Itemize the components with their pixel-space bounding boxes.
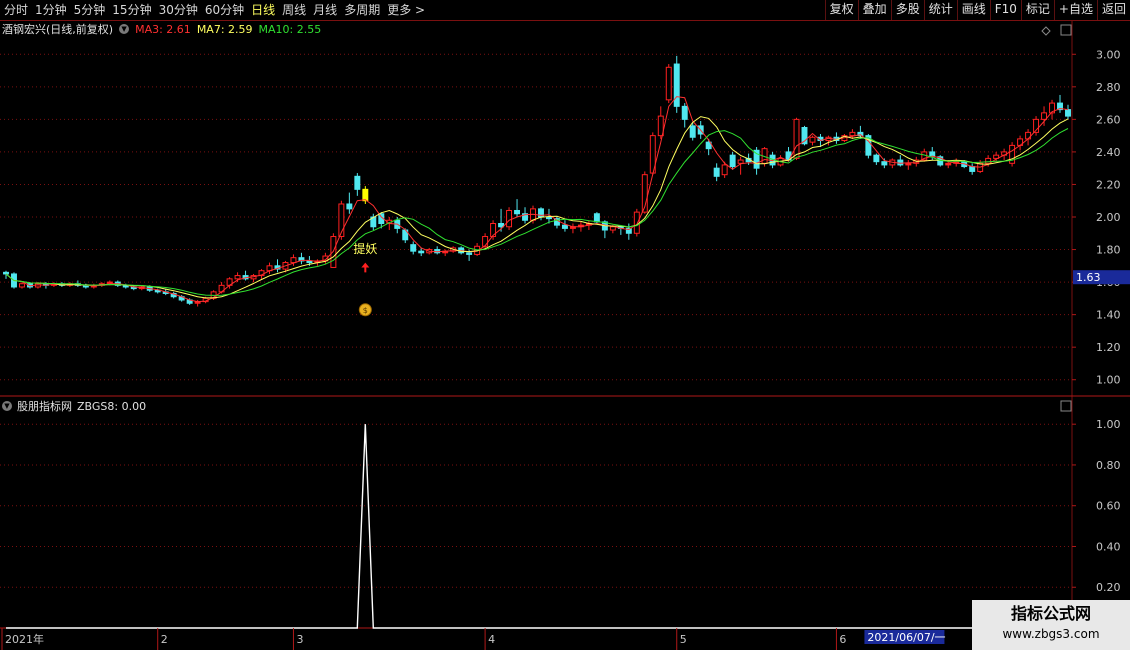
time-axis-label: 4 <box>488 633 495 646</box>
price-tick-label: 3.00 <box>1096 48 1121 61</box>
kline-chart[interactable]: 3.002.802.602.402.202.001.801.601.401.20… <box>0 0 1130 650</box>
candle-body <box>546 216 552 220</box>
candle-body <box>1065 109 1071 117</box>
zbgs8-line <box>6 424 1068 629</box>
ma3-line <box>5 96 1069 303</box>
candle-body <box>609 226 616 231</box>
price-tick-label: 2.20 <box>1096 178 1121 191</box>
candle-body <box>18 283 25 288</box>
candle-body <box>737 159 744 164</box>
pane-maximize-icon <box>1060 24 1072 36</box>
time-axis-label: 5 <box>680 633 687 646</box>
candle-body <box>673 63 680 107</box>
candle-body <box>873 154 880 163</box>
candle-body <box>506 209 513 228</box>
candle-body <box>234 275 241 280</box>
money-bag-symbol: $ <box>363 306 368 315</box>
candle-body <box>897 159 904 166</box>
watermark-logo: 指标公式网 www.zbgs3.com <box>972 600 1130 650</box>
candle-body <box>1025 131 1032 140</box>
candle-body <box>793 118 800 159</box>
indicator-tick-label: 0.40 <box>1096 540 1121 553</box>
watermark-title: 指标公式网 <box>1010 604 1091 623</box>
signal-up-arrow-icon <box>361 262 370 273</box>
indicator-tick-label: 1.00 <box>1096 418 1121 431</box>
cursor-date-label: 2021/06/07/一 <box>867 631 945 644</box>
indicator-tick-label: 0.80 <box>1096 459 1121 472</box>
candle-body <box>466 252 473 255</box>
candle-body <box>665 66 672 101</box>
candle-body <box>969 166 976 172</box>
time-axis-label: 6 <box>839 633 846 646</box>
candle-body <box>346 203 353 210</box>
price-tick-label: 1.80 <box>1096 244 1121 257</box>
candle-body <box>985 157 992 164</box>
candle-body <box>561 224 568 229</box>
time-axis-label: 3 <box>296 633 303 646</box>
candle-body <box>306 260 313 264</box>
watermark-url: www.zbgs3.com <box>1002 627 1100 641</box>
candle-body <box>330 236 337 268</box>
candle-body <box>410 244 417 252</box>
candle-body <box>809 136 816 143</box>
price-tick-label: 1.20 <box>1096 341 1121 354</box>
candle-body <box>905 162 912 166</box>
candle-body <box>881 161 888 166</box>
candle-body <box>593 213 600 223</box>
candle-body <box>354 175 361 190</box>
candle-body <box>3 271 9 275</box>
candle-body <box>721 164 728 176</box>
candle-body <box>482 236 489 247</box>
candle-body <box>514 209 521 215</box>
price-tick-label: 1.00 <box>1096 374 1121 387</box>
ma7-line <box>5 116 1069 299</box>
candle-body <box>633 211 640 234</box>
candle-body <box>1041 112 1048 120</box>
signal-label: 提妖 <box>353 241 377 256</box>
crosshair-price-label: 1.63 <box>1076 271 1101 284</box>
candle-body <box>849 131 856 137</box>
candle-body <box>362 188 369 202</box>
candle-body <box>689 125 696 138</box>
indicator-maximize-icon <box>1060 400 1072 412</box>
candle-body <box>945 162 952 166</box>
ma10-line <box>5 128 1069 296</box>
candle-body <box>290 257 297 264</box>
indicator-tick-label: 0.60 <box>1096 500 1121 513</box>
price-tick-label: 2.40 <box>1096 146 1121 159</box>
diamond-icon <box>1041 26 1051 36</box>
price-tick-label: 2.60 <box>1096 113 1121 126</box>
price-tick-label: 2.80 <box>1096 81 1121 94</box>
price-tick-label: 1.40 <box>1096 309 1121 322</box>
time-axis-label: 2 <box>161 633 168 646</box>
time-axis-label: 2021年 <box>5 632 44 646</box>
price-tick-label: 2.00 <box>1096 211 1121 224</box>
candle-body <box>729 154 736 168</box>
indicator-tick-label: 0.20 <box>1096 581 1121 594</box>
candle-body <box>418 250 425 254</box>
candle-body <box>681 105 688 120</box>
candle-body <box>498 223 505 228</box>
candle-body <box>713 167 720 177</box>
